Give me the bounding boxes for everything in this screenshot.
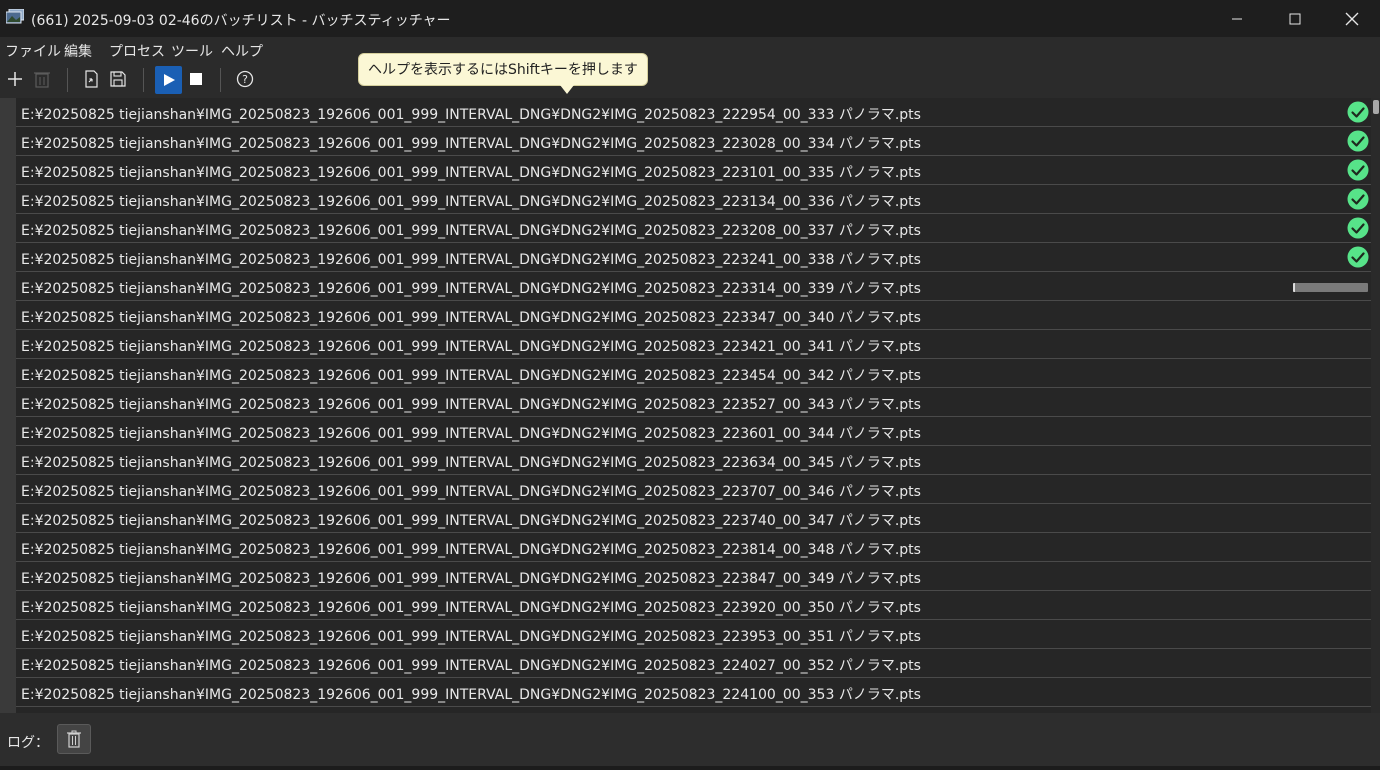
progress-fill <box>1293 283 1296 292</box>
help-tooltip: ヘルプを表示するにはShiftキーを押します <box>358 53 648 86</box>
file-path: E:¥20250825 tiejianshan¥IMG_20250823_192… <box>21 368 921 384</box>
file-path: E:¥20250825 tiejianshan¥IMG_20250823_192… <box>21 687 921 703</box>
list-item[interactable]: E:¥20250825 tiejianshan¥IMG_20250823_192… <box>16 98 1371 127</box>
list-item[interactable]: E:¥20250825 tiejianshan¥IMG_20250823_192… <box>16 214 1371 243</box>
file-path: E:¥20250825 tiejianshan¥IMG_20250823_192… <box>21 484 921 500</box>
progress-bar <box>1293 283 1368 292</box>
clear-log-button[interactable] <box>57 724 91 754</box>
file-path: E:¥20250825 tiejianshan¥IMG_20250823_192… <box>21 542 921 558</box>
menu-file[interactable]: ファイル <box>5 41 61 61</box>
vertical-scrollbar[interactable] <box>1371 98 1380 713</box>
list-item[interactable]: E:¥20250825 tiejianshan¥IMG_20250823_192… <box>16 533 1371 562</box>
maximize-button[interactable] <box>1266 0 1324 37</box>
list-item[interactable]: E:¥20250825 tiejianshan¥IMG_20250823_192… <box>16 475 1371 504</box>
check-circle-icon <box>1347 246 1369 268</box>
list-item[interactable]: E:¥20250825 tiejianshan¥IMG_20250823_192… <box>16 156 1371 185</box>
save-button[interactable] <box>105 66 131 92</box>
file-path: E:¥20250825 tiejianshan¥IMG_20250823_192… <box>21 397 921 413</box>
file-path: E:¥20250825 tiejianshan¥IMG_20250823_192… <box>21 136 921 152</box>
list-item[interactable]: E:¥20250825 tiejianshan¥IMG_20250823_192… <box>16 301 1371 330</box>
help-button[interactable]: ? <box>232 66 258 92</box>
save-icon <box>110 71 126 87</box>
stop-button[interactable] <box>183 66 209 92</box>
row-header-gutter <box>0 98 16 713</box>
delete-button[interactable] <box>29 66 55 92</box>
list-item[interactable]: E:¥20250825 tiejianshan¥IMG_20250823_192… <box>16 417 1371 446</box>
log-panel: ログ： <box>0 713 1380 766</box>
scrollbar-thumb[interactable] <box>1373 100 1379 114</box>
start-button[interactable] <box>155 66 182 94</box>
tooltip-tail <box>560 85 574 94</box>
file-path: E:¥20250825 tiejianshan¥IMG_20250823_192… <box>21 455 921 471</box>
minimize-button[interactable] <box>1208 0 1266 37</box>
open-file-icon <box>85 70 98 88</box>
title-bar: (661) 2025-09-03 02-46のバッチリスト - バッチスティッチ… <box>0 0 1380 37</box>
check-circle-icon <box>1347 130 1369 152</box>
batch-list[interactable]: E:¥20250825 tiejianshan¥IMG_20250823_192… <box>0 98 1380 713</box>
file-path: E:¥20250825 tiejianshan¥IMG_20250823_192… <box>21 194 921 210</box>
list-item[interactable]: E:¥20250825 tiejianshan¥IMG_20250823_192… <box>16 388 1371 417</box>
list-item[interactable]: E:¥20250825 tiejianshan¥IMG_20250823_192… <box>16 504 1371 533</box>
check-circle-icon <box>1347 101 1369 123</box>
file-path: E:¥20250825 tiejianshan¥IMG_20250823_192… <box>21 571 921 587</box>
file-path: E:¥20250825 tiejianshan¥IMG_20250823_192… <box>21 629 921 645</box>
file-path: E:¥20250825 tiejianshan¥IMG_20250823_192… <box>21 339 921 355</box>
svg-text:?: ? <box>242 73 248 86</box>
menu-help[interactable]: ヘルプ <box>221 41 263 61</box>
file-path: E:¥20250825 tiejianshan¥IMG_20250823_192… <box>21 600 921 616</box>
list-item[interactable]: E:¥20250825 tiejianshan¥IMG_20250823_192… <box>16 330 1371 359</box>
list-item[interactable]: E:¥20250825 tiejianshan¥IMG_20250823_192… <box>16 591 1371 620</box>
file-path: E:¥20250825 tiejianshan¥IMG_20250823_192… <box>21 223 921 239</box>
close-button[interactable] <box>1324 0 1380 37</box>
list-item[interactable]: E:¥20250825 tiejianshan¥IMG_20250823_192… <box>16 127 1371 156</box>
list-item[interactable]: E:¥20250825 tiejianshan¥IMG_20250823_192… <box>16 678 1371 707</box>
delete-icon <box>34 72 50 88</box>
file-path: E:¥20250825 tiejianshan¥IMG_20250823_192… <box>21 165 921 181</box>
list-item[interactable]: E:¥20250825 tiejianshan¥IMG_20250823_192… <box>16 446 1371 475</box>
file-path: E:¥20250825 tiejianshan¥IMG_20250823_192… <box>21 252 921 268</box>
menu-edit[interactable]: 編集 <box>64 41 92 61</box>
bottom-border <box>0 766 1380 770</box>
file-path: E:¥20250825 tiejianshan¥IMG_20250823_192… <box>21 513 921 529</box>
list-item[interactable]: E:¥20250825 tiejianshan¥IMG_20250823_192… <box>16 620 1371 649</box>
list-item[interactable]: E:¥20250825 tiejianshan¥IMG_20250823_192… <box>16 272 1371 301</box>
toolbar-separator <box>67 68 68 92</box>
open-file-button[interactable] <box>78 66 104 92</box>
add-button[interactable] <box>2 66 28 92</box>
file-path: E:¥20250825 tiejianshan¥IMG_20250823_192… <box>21 658 921 674</box>
list-item[interactable]: E:¥20250825 tiejianshan¥IMG_20250823_192… <box>16 359 1371 388</box>
play-icon <box>163 74 175 86</box>
list-item[interactable]: E:¥20250825 tiejianshan¥IMG_20250823_192… <box>16 562 1371 591</box>
close-icon <box>1345 12 1359 25</box>
help-icon: ? <box>236 70 254 88</box>
stop-icon <box>190 73 202 85</box>
app-icon <box>6 9 24 24</box>
minimize-icon <box>1232 18 1242 19</box>
file-path: E:¥20250825 tiejianshan¥IMG_20250823_192… <box>21 281 921 297</box>
maximize-icon <box>1289 13 1301 24</box>
check-circle-icon <box>1347 159 1369 181</box>
file-path: E:¥20250825 tiejianshan¥IMG_20250823_192… <box>21 426 921 442</box>
menu-bar: ファイル 編集 プロセス ツール ヘルプ <box>0 37 1380 62</box>
check-circle-icon <box>1347 217 1369 239</box>
trash-icon <box>67 730 81 748</box>
list-item[interactable]: E:¥20250825 tiejianshan¥IMG_20250823_192… <box>16 649 1371 678</box>
toolbar-separator <box>143 68 144 92</box>
add-icon <box>8 72 22 86</box>
toolbar-separator <box>220 68 221 92</box>
file-path: E:¥20250825 tiejianshan¥IMG_20250823_192… <box>21 310 921 326</box>
list-item[interactable]: E:¥20250825 tiejianshan¥IMG_20250823_192… <box>16 185 1371 214</box>
check-circle-icon <box>1347 188 1369 210</box>
list-item[interactable]: E:¥20250825 tiejianshan¥IMG_20250823_192… <box>16 243 1371 272</box>
menu-process[interactable]: プロセス <box>109 41 165 61</box>
toolbar: ? <box>0 62 1380 98</box>
window-title: (661) 2025-09-03 02-46のバッチリスト - バッチスティッチ… <box>31 13 451 29</box>
menu-tools[interactable]: ツール <box>171 41 213 61</box>
file-path: E:¥20250825 tiejianshan¥IMG_20250823_192… <box>21 107 921 123</box>
log-label: ログ： <box>7 735 49 751</box>
